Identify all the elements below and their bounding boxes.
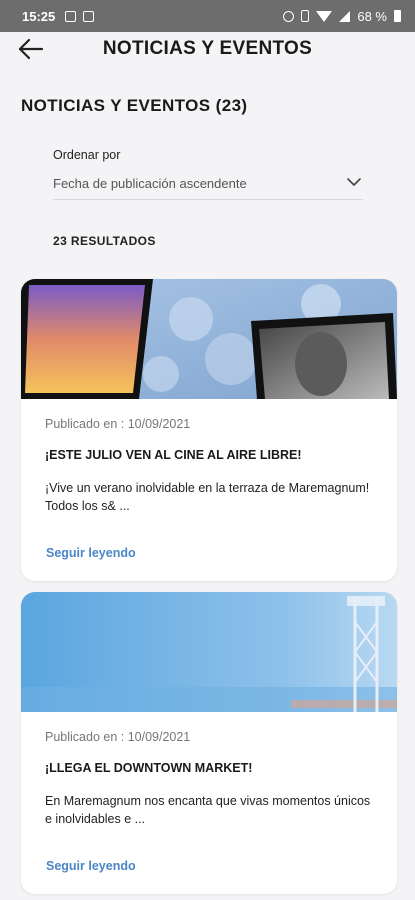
chevron-down-icon (347, 178, 361, 186)
alarm-icon (283, 10, 295, 22)
news-card[interactable]: Publicado en : 10/09/2021 ¡ESTE JULIO VE… (21, 279, 397, 581)
results-count: 23 RESULTADOS (53, 234, 156, 248)
back-button[interactable] (17, 38, 45, 60)
news-excerpt: ¡Vive un verano inolvidable en la terraz… (45, 481, 370, 513)
news-card[interactable]: Publicado en : 10/09/2021 ¡LLEGA EL DOWN… (21, 592, 397, 894)
status-bar: 15:25 68 % (0, 0, 415, 32)
vibrate-icon (301, 10, 310, 22)
battery-percent: 68 % (357, 8, 387, 24)
published-date: Publicado en : 10/09/2021 (45, 730, 191, 744)
read-more-link[interactable]: Seguir leyendo (46, 546, 136, 560)
status-time: 15:25 (22, 8, 56, 24)
page-title: NOTICIAS Y EVENTOS (102, 38, 313, 59)
section-title: NOTICIAS Y EVENTOS (23) (21, 96, 248, 115)
sort-selected-value: Fecha de publicación ascendente (53, 176, 247, 191)
news-card-image (21, 279, 397, 399)
sort-label: Ordenar por (53, 148, 121, 162)
news-excerpt: En Maremagnum nos encanta que vivas mome… (45, 794, 371, 826)
arrow-left-icon (18, 38, 44, 60)
news-title: ¡LLEGA EL DOWNTOWN MARKET! (45, 761, 253, 775)
image-notification-icon (83, 10, 95, 22)
news-title: ¡ESTE JULIO VEN AL CINE AL AIRE LIBRE! (45, 448, 302, 462)
read-more-link[interactable]: Seguir leyendo (46, 859, 136, 873)
wifi-icon (316, 10, 333, 22)
status-icons: 68 % (283, 9, 401, 24)
sort-dropdown[interactable]: Fecha de publicación ascendente (53, 172, 363, 200)
notification-icon (65, 10, 77, 22)
app-bar: NOTICIAS Y EVENTOS (0, 32, 415, 66)
published-date: Publicado en : 10/09/2021 (45, 417, 191, 431)
battery-icon (394, 10, 401, 22)
signal-icon (339, 10, 351, 22)
news-card-image (21, 592, 397, 712)
